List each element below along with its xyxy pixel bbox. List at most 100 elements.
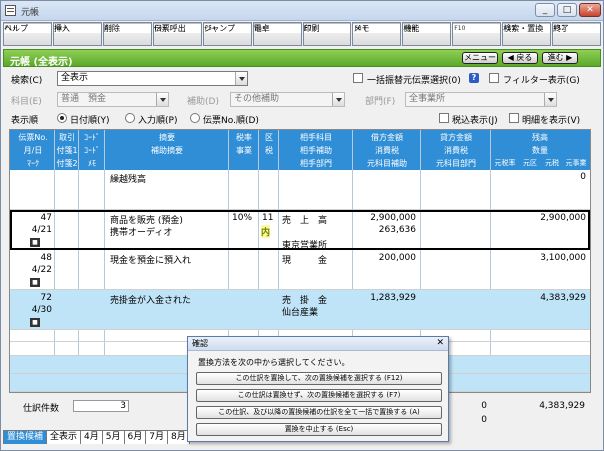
col-counter-sub: 相手補助 bbox=[300, 146, 332, 155]
tab-3[interactable]: 5月 bbox=[101, 430, 125, 444]
sub-account-select-value: その他補助 bbox=[234, 94, 280, 104]
order-label: 表示順 bbox=[11, 116, 39, 126]
col-orig-sub: 元科目補助 bbox=[367, 159, 407, 168]
month-tabs: 置換候補 全表示 4月 5月 6月 7月 8月 bbox=[3, 430, 190, 446]
table-row[interactable]: 繰越残高 0 bbox=[10, 170, 590, 210]
row-counter-account: 売 上 高 bbox=[282, 216, 328, 226]
fkey-button-10[interactable]: F10 bbox=[452, 22, 502, 46]
dept-label: 部門(F) bbox=[365, 97, 396, 107]
col-counter-dept: 相手部門 bbox=[300, 159, 332, 168]
fkey-button-5[interactable]: ジャンプ F5+ bbox=[202, 22, 252, 46]
tax-included-label: 税込表示(J) bbox=[452, 116, 498, 126]
fkey-button-6[interactable]: 電卓 F6+ bbox=[252, 22, 302, 46]
row-voucher-no: 72 bbox=[40, 293, 52, 303]
fkey-button-9[interactable]: 機能 F9+ bbox=[402, 22, 452, 46]
row-counter-account: 現 金 bbox=[282, 256, 328, 266]
col-tax-rate: 税率 bbox=[236, 133, 252, 142]
bulk-select-checkbox[interactable] bbox=[353, 73, 363, 83]
fkey-button-7[interactable]: 印刷 F7+ bbox=[302, 22, 352, 46]
row-counter-sub: 仙台産業 bbox=[282, 308, 319, 318]
table-row-selected[interactable]: 47 4/21 ■ 商品を販売 (預金) 携帯オーディオ 10% 11 内 売 … bbox=[10, 210, 590, 251]
fkey-button-8[interactable]: メモ F8+ bbox=[352, 22, 402, 46]
col-credit-vat: 消費税 bbox=[444, 146, 468, 155]
sub-account-select[interactable]: その他補助 bbox=[230, 92, 345, 107]
skip-next-button[interactable]: この仕訳は置換せず、次の置換候補を選択する (F7) bbox=[196, 389, 442, 402]
grid-header: 伝票No. 取引 ｺｰﾄﾞ 摘要 税率 区 相手科目 借方金額 貸方金額 残高 … bbox=[10, 130, 590, 170]
col-quantity: 数量 bbox=[532, 146, 548, 155]
ledger-header: 元帳 (全表示) メニュー ◀ 戻る 進む ▶ bbox=[3, 49, 601, 68]
fkey-label: 伝票呼出 bbox=[153, 24, 186, 33]
menu-button[interactable]: メニュー bbox=[462, 52, 498, 64]
bulk-select-label: 一括振替元伝票選択(0) bbox=[367, 76, 461, 86]
fkey-button-4[interactable]: 伝票呼出 F4+ bbox=[152, 22, 202, 46]
forward-button[interactable]: 進む ▶ bbox=[542, 52, 578, 64]
ledger-title: 元帳 (全表示) bbox=[10, 57, 73, 68]
dept-select-value: 全事業所 bbox=[409, 94, 446, 104]
help-icon[interactable]: ? bbox=[469, 73, 479, 83]
table-row[interactable]: 48 4/22 ■ 現金を預金に預入れ 現 金 200,000 3,100,00… bbox=[10, 250, 590, 290]
col-tag2: 付箋2 bbox=[56, 159, 78, 168]
col-date: 月/日 bbox=[23, 146, 43, 155]
fkey-button-12[interactable]: 終了 F12 bbox=[552, 22, 602, 46]
filter-checkbox[interactable] bbox=[489, 73, 499, 83]
fkey-label: 印刷 bbox=[303, 24, 320, 33]
replace-next-button[interactable]: この仕訳を置換して、次の置換候補を選択する (F12) bbox=[196, 372, 442, 385]
col-business: 事業 bbox=[236, 146, 252, 155]
row-date: 4/30 bbox=[31, 305, 52, 315]
order-voucher-radio[interactable] bbox=[190, 113, 200, 123]
app-icon bbox=[5, 5, 16, 16]
count-label: 仕訳件数 bbox=[23, 404, 60, 414]
show-detail-checkbox[interactable] bbox=[509, 113, 519, 123]
row-memo: 繰越残高 bbox=[110, 175, 147, 185]
row-debit: 200,000 bbox=[378, 253, 416, 263]
row-debit: 1,283,929 bbox=[370, 293, 416, 303]
dialog-message: 置換方法を次の中から選択してください。 bbox=[198, 358, 350, 367]
sub-account-label: 補助(D) bbox=[187, 97, 219, 107]
tab-5[interactable]: 7月 bbox=[145, 430, 168, 444]
order-voucher-label: 伝票No.順(D) bbox=[203, 116, 259, 126]
search-select[interactable]: 全表示 bbox=[57, 71, 248, 86]
fkey-label: 機能 bbox=[403, 24, 420, 33]
show-detail-label: 明細を表示(V) bbox=[522, 116, 581, 126]
dept-select[interactable]: 全事業所 bbox=[405, 92, 557, 107]
col-deal: 取引 bbox=[59, 133, 75, 142]
fkey-number: F10 bbox=[453, 23, 501, 33]
col-orig-kind: 元区 bbox=[523, 159, 537, 167]
fkey-button-2[interactable]: 挿入 F2+ bbox=[52, 22, 102, 46]
row-tax-rate: 10% bbox=[232, 213, 253, 223]
fkey-label: メモ bbox=[353, 24, 370, 33]
row-balance: 4,383,929 bbox=[540, 293, 586, 303]
fkey-button-11[interactable]: 検索・置換 F11 bbox=[502, 22, 552, 46]
fkey-button-1[interactable]: ヘルプ F1+ bbox=[3, 22, 52, 46]
tax-included-checkbox[interactable] bbox=[439, 113, 449, 123]
col-debit-vat: 消費税 bbox=[375, 146, 399, 155]
fkey-button-3[interactable]: 削除 F3 bbox=[102, 22, 152, 46]
col-tax-kind: 区 bbox=[265, 133, 273, 142]
cancel-replace-button[interactable]: 置換を中止する (Esc) bbox=[196, 423, 442, 436]
account-select[interactable]: 普通 預金 bbox=[57, 92, 169, 107]
replace-all-button[interactable]: この仕訳、及び以降の置換候補の仕訳を全て一括で置換する (A) bbox=[196, 406, 442, 419]
tab-4[interactable]: 6月 bbox=[123, 430, 147, 444]
back-button[interactable]: ◀ 戻る bbox=[502, 52, 538, 64]
minimize-button[interactable]: _ bbox=[535, 3, 555, 17]
maximize-button[interactable]: □ bbox=[557, 3, 577, 17]
col-orig-business: 元事業 bbox=[565, 159, 587, 167]
window-title: 元帳 bbox=[21, 8, 40, 18]
credit-total: 0 bbox=[481, 401, 487, 411]
mark-icon: ■ bbox=[30, 318, 40, 327]
row-date: 4/22 bbox=[31, 265, 52, 275]
debit-total: 0 bbox=[481, 415, 487, 425]
close-button[interactable]: ✕ bbox=[579, 3, 601, 17]
close-icon[interactable]: ✕ bbox=[436, 338, 444, 348]
tab-2[interactable]: 4月 bbox=[80, 430, 103, 444]
order-date-radio[interactable] bbox=[57, 113, 67, 123]
search-select-value: 全表示 bbox=[61, 73, 89, 83]
order-input-radio[interactable] bbox=[125, 113, 135, 123]
tab-0[interactable]: 置換候補 bbox=[3, 430, 48, 444]
fkey-label: 挿入 bbox=[53, 24, 70, 33]
table-row[interactable]: 72 4/30 ■ 売掛金が入金された 売 掛 金 仙台産業 1,283,929… bbox=[10, 290, 590, 330]
tab-1[interactable]: 全表示 bbox=[46, 430, 82, 444]
row-memo: 売掛金が入金された bbox=[110, 296, 192, 306]
row-sub-memo: 携帯オーディオ bbox=[110, 228, 173, 238]
col-code: ｺｰﾄﾞ bbox=[84, 133, 100, 142]
